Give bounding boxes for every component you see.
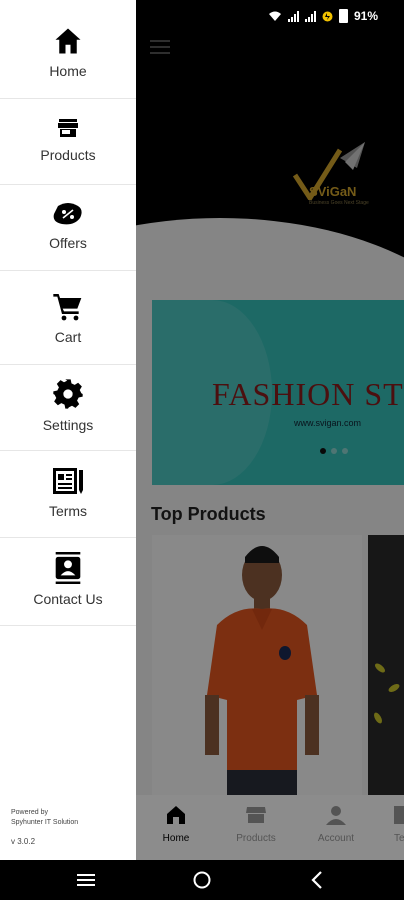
drawer-item-label: Home: [49, 63, 87, 79]
discount-tag-icon: [53, 203, 82, 225]
drawer-item-label: Contact Us: [33, 591, 103, 607]
drawer-item-contact-us[interactable]: Contact Us: [0, 552, 136, 607]
signal-icon: [304, 10, 316, 22]
contact-card-icon: [55, 552, 81, 584]
divider: [0, 537, 136, 538]
drawer-item-label: Offers: [49, 235, 87, 251]
home-icon: [55, 28, 81, 54]
drawer-item-home[interactable]: Home: [0, 26, 136, 79]
drawer-item-settings[interactable]: Settings: [0, 378, 136, 433]
divider: [0, 625, 136, 626]
drawer-item-terms[interactable]: Terms: [0, 466, 136, 519]
powered-by-text: Powered by Spyhunter IT Solution: [11, 808, 78, 828]
document-icon: [53, 468, 83, 494]
store-icon: [58, 119, 78, 137]
signal-icon: [287, 10, 299, 22]
drawer-item-label: Settings: [42, 417, 94, 433]
data-saver-icon: [322, 11, 333, 21]
divider: [0, 98, 136, 99]
drawer-item-label: Terms: [48, 503, 88, 519]
divider: [0, 184, 136, 185]
navigation-drawer: Home Products Offers Cart Settings Terms…: [0, 0, 136, 860]
drawer-item-label: Cart: [54, 329, 82, 345]
recent-apps-icon[interactable]: [74, 869, 98, 891]
drawer-item-cart[interactable]: Cart: [0, 290, 136, 345]
home-button-icon[interactable]: [190, 869, 214, 891]
divider: [0, 450, 136, 451]
back-icon[interactable]: [306, 869, 330, 891]
battery-icon: [338, 9, 348, 23]
wifi-icon: [268, 11, 281, 21]
divider: [0, 270, 136, 271]
divider: [0, 364, 136, 365]
app-version: v 3.0.2: [11, 837, 36, 846]
drawer-item-products[interactable]: Products: [0, 116, 136, 163]
battery-percentage: 91%: [353, 9, 378, 23]
system-navigation-bar: [0, 860, 404, 900]
drawer-item-label: Products: [40, 147, 96, 163]
powered-by-company: Spyhunter IT Solution: [11, 819, 79, 826]
cart-icon: [53, 294, 82, 321]
drawer-item-offers[interactable]: Offers: [0, 202, 136, 251]
gear-icon: [53, 379, 83, 409]
powered-by-line: Powered by: [11, 809, 48, 816]
